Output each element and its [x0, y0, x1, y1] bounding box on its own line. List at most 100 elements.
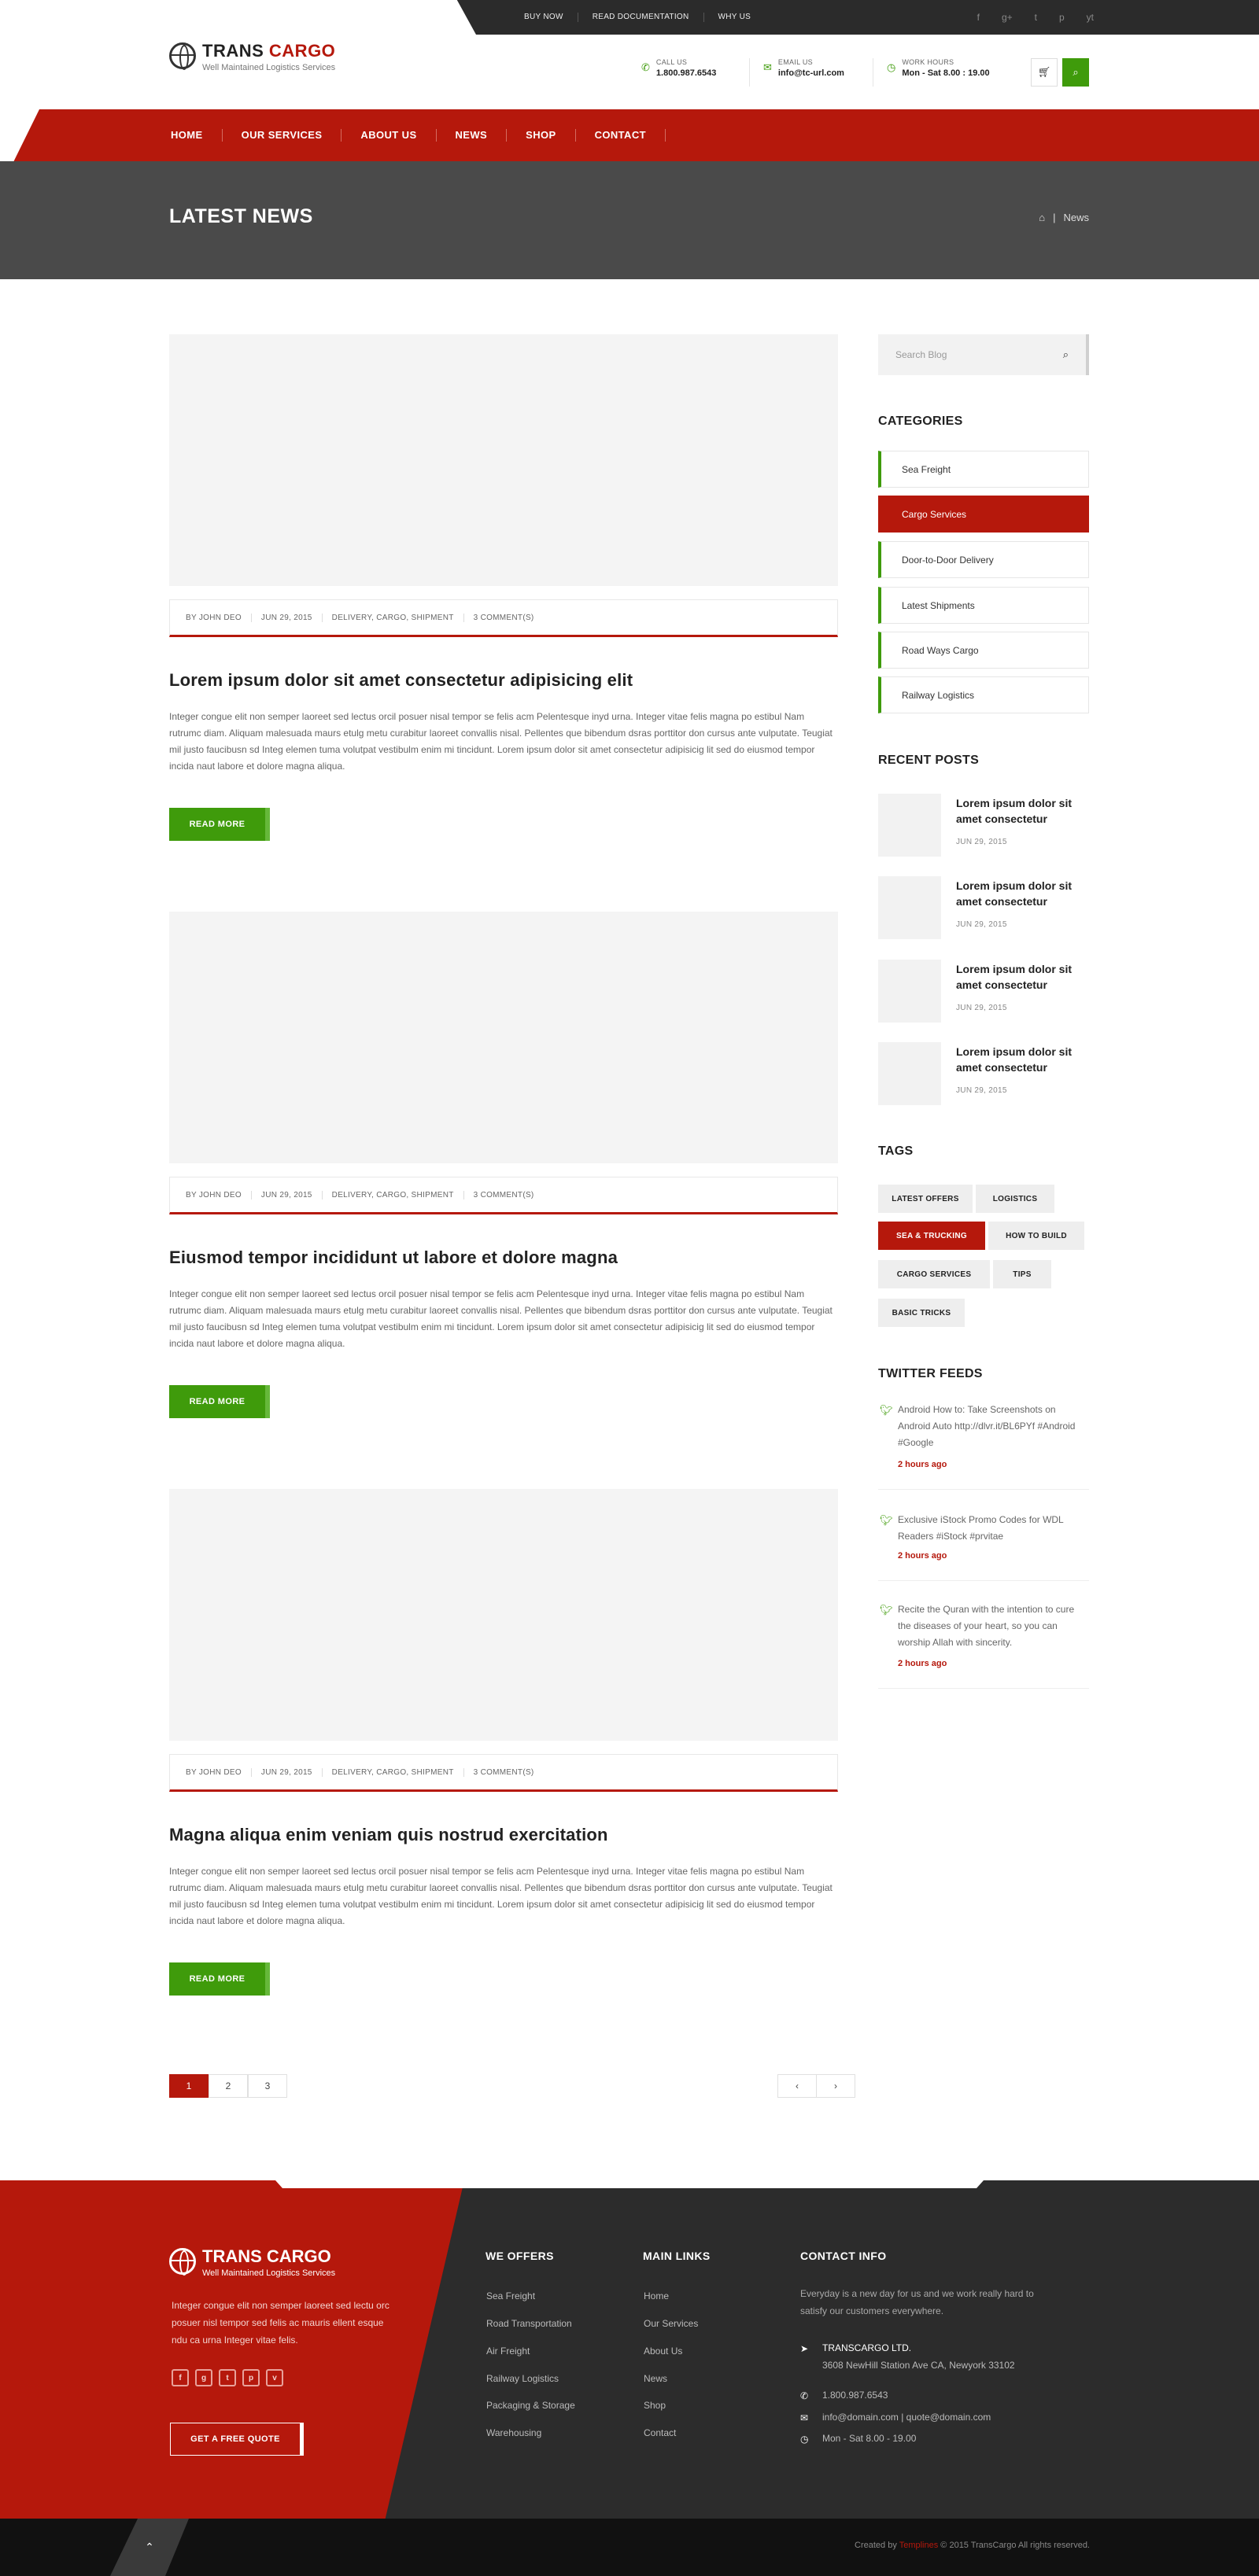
footer-offer-link[interactable]: Packaging & Storage	[486, 2400, 575, 2411]
clock-icon: ◷	[887, 61, 896, 73]
category-sea-freight[interactable]: Sea Freight	[878, 451, 1089, 488]
footer-main-link[interactable]: Shop	[644, 2400, 666, 2411]
post-author[interactable]: BY JOHN DEO	[186, 613, 252, 622]
tweet-text[interactable]: Recite the Quran with the intention to c…	[898, 1601, 1087, 1651]
tweet-text[interactable]: Exclusive iStock Promo Codes for WDL Rea…	[898, 1512, 1087, 1545]
nav-shop[interactable]: SHOP	[507, 129, 576, 142]
footer-main-link[interactable]: Contact	[644, 2427, 676, 2438]
recent-post-title[interactable]: Lorem ipsum dolor sit amet consectetur	[956, 1044, 1090, 1075]
recent-post-thumb[interactable]	[878, 794, 941, 857]
footer-offer-link[interactable]: Sea Freight	[486, 2290, 535, 2301]
post-image[interactable]	[169, 1489, 838, 1741]
read-more-button[interactable]: READ MORE	[169, 1962, 270, 1996]
post-author[interactable]: BY JOHN DEO	[186, 1767, 252, 1777]
search-icon[interactable]: ⌕	[1063, 348, 1069, 361]
nav-home[interactable]: HOME	[169, 129, 223, 142]
post-comments[interactable]: 3 COMMENT(S)	[464, 614, 544, 622]
category-door-to-door[interactable]: Door-to-Door Delivery	[878, 541, 1089, 578]
tweet-text[interactable]: Android How to: Take Screenshots on Andr…	[898, 1402, 1087, 1451]
get-quote-button[interactable]: GET A FREE QUOTE	[170, 2423, 304, 2456]
nav-contact[interactable]: CONTACT	[576, 129, 666, 142]
next-page-button[interactable]: ›	[816, 2074, 855, 2098]
recent-post-title[interactable]: Lorem ipsum dolor sit amet consectetur	[956, 795, 1090, 827]
read-more-button[interactable]: READ MORE	[169, 808, 270, 841]
tags-heading: TAGS	[878, 1144, 914, 1158]
site-logo[interactable]: TRANS CARGO Well Maintained Logistics Se…	[169, 41, 335, 72]
email-value[interactable]: info@tc-url.com	[778, 68, 844, 78]
footer-main-link[interactable]: Home	[644, 2290, 669, 2301]
google-plus-icon[interactable]: g	[195, 2369, 212, 2386]
top-link-why-us[interactable]: WHY US	[704, 13, 766, 22]
header-search-button[interactable]: ⌕	[1062, 58, 1089, 87]
prev-page-button[interactable]: ‹	[777, 2074, 817, 2098]
recent-post-title[interactable]: Lorem ipsum dolor sit amet consectetur	[956, 961, 1090, 993]
blog-search-input[interactable]: Search Blog ⌕	[878, 334, 1089, 375]
footer-offer-link[interactable]: Air Freight	[486, 2346, 530, 2357]
call-value[interactable]: 1.800.987.6543	[656, 68, 716, 78]
footer-offer-link[interactable]: Railway Logistics	[486, 2373, 559, 2384]
twitter-icon[interactable]: t	[219, 2369, 236, 2386]
footer-main-link[interactable]: News	[644, 2373, 667, 2384]
page-2-button[interactable]: 2	[209, 2074, 248, 2098]
facebook-icon[interactable]: f	[977, 12, 980, 23]
post-image[interactable]	[169, 912, 838, 1163]
facebook-icon[interactable]: f	[172, 2369, 189, 2386]
footer-offer-link[interactable]: Road Transportation	[486, 2318, 572, 2329]
post-title[interactable]: Magna aliqua enim veniam quis nostrud ex…	[169, 1825, 608, 1845]
post-comments[interactable]: 3 COMMENT(S)	[464, 1768, 544, 1777]
top-link-documentation[interactable]: READ DOCUMENTATION	[578, 13, 704, 22]
post-author[interactable]: BY JOHN DEO	[186, 1190, 252, 1200]
youtube-icon[interactable]: yt	[1087, 12, 1094, 23]
page-1-button[interactable]: 1	[169, 2074, 209, 2098]
read-more-button[interactable]: READ MORE	[169, 1385, 270, 1418]
tag-cargo-services[interactable]: CARGO SERVICES	[878, 1260, 990, 1288]
top-link-buy-now[interactable]: BUY NOW	[510, 13, 578, 22]
nav-news[interactable]: NEWS	[437, 129, 508, 142]
recent-post-thumb[interactable]	[878, 1042, 941, 1105]
hours-label: WORK HOURS	[902, 58, 954, 66]
post-meta: BY JOHN DEO JUN 29, 2015 DELIVERY, CARGO…	[169, 599, 838, 637]
footer-main-link[interactable]: About Us	[644, 2346, 682, 2357]
home-icon[interactable]: ⌂	[1039, 212, 1045, 223]
tag-basic-tricks[interactable]: BASIC TRICKS	[878, 1299, 965, 1327]
pinterest-icon[interactable]: p	[242, 2369, 260, 2386]
pinterest-icon[interactable]: p	[1059, 12, 1065, 23]
footer-offer-link[interactable]: Warehousing	[486, 2427, 541, 2438]
cart-button[interactable]: 🛒︎	[1031, 58, 1058, 87]
tag-tips[interactable]: TIPS	[993, 1260, 1051, 1288]
category-road-ways[interactable]: Road Ways Cargo	[878, 632, 1089, 669]
tag-how-to-build[interactable]: HOW TO BUILD	[988, 1222, 1084, 1250]
recent-post-title[interactable]: Lorem ipsum dolor sit amet consectetur	[956, 878, 1090, 909]
category-cargo-services[interactable]: Cargo Services	[878, 496, 1089, 533]
scroll-top-button[interactable]: ⌃	[110, 2519, 189, 2576]
post-tags[interactable]: DELIVERY, CARGO, SHIPMENT	[323, 613, 464, 622]
tag-logistics[interactable]: LOGISTICS	[976, 1185, 1054, 1213]
post-comments[interactable]: 3 COMMENT(S)	[464, 1191, 544, 1200]
category-latest-shipments[interactable]: Latest Shipments	[878, 587, 1089, 624]
contact-address: 3608 NewHill Station Ave CA, Newyork 331…	[822, 2360, 1015, 2371]
contact-phone[interactable]: 1.800.987.6543	[822, 2386, 888, 2404]
footer-logo[interactable]: TRANS CARGO Well Maintained Logistics Se…	[169, 2246, 335, 2278]
post-tags[interactable]: DELIVERY, CARGO, SHIPMENT	[323, 1767, 464, 1777]
footer-main-link[interactable]: Our Services	[644, 2318, 698, 2329]
contact-email[interactable]: info@domain.com | quote@domain.com	[822, 2408, 991, 2426]
category-railway[interactable]: Railway Logistics	[878, 676, 1089, 713]
copyright: Created by Templines © 2015 TransCargo A…	[855, 2541, 1090, 2550]
recent-post-thumb[interactable]	[878, 876, 941, 939]
tag-latest-offers[interactable]: LATEST OFFERS	[878, 1185, 973, 1213]
post-title[interactable]: Eiusmod tempor incididunt ut labore et d…	[169, 1247, 618, 1268]
twitter-icon: 🐦︎	[880, 1604, 893, 1616]
nav-about-us[interactable]: ABOUT US	[342, 129, 437, 142]
post-title[interactable]: Lorem ipsum dolor sit amet consectetur a…	[169, 670, 633, 691]
contact-company: TRANSCARGO LTD.	[822, 2342, 912, 2353]
google-plus-icon[interactable]: g+	[1002, 12, 1013, 23]
nav-our-services[interactable]: OUR SERVICES	[223, 129, 342, 142]
post-image[interactable]	[169, 334, 838, 586]
templines-link[interactable]: Templines	[899, 2541, 939, 2550]
vimeo-icon[interactable]: v	[266, 2369, 283, 2386]
tag-sea-trucking[interactable]: SEA & TRUCKING	[878, 1222, 985, 1250]
recent-post-thumb[interactable]	[878, 960, 941, 1023]
twitter-icon[interactable]: t	[1035, 12, 1037, 23]
page-3-button[interactable]: 3	[248, 2074, 287, 2098]
post-tags[interactable]: DELIVERY, CARGO, SHIPMENT	[323, 1190, 464, 1200]
